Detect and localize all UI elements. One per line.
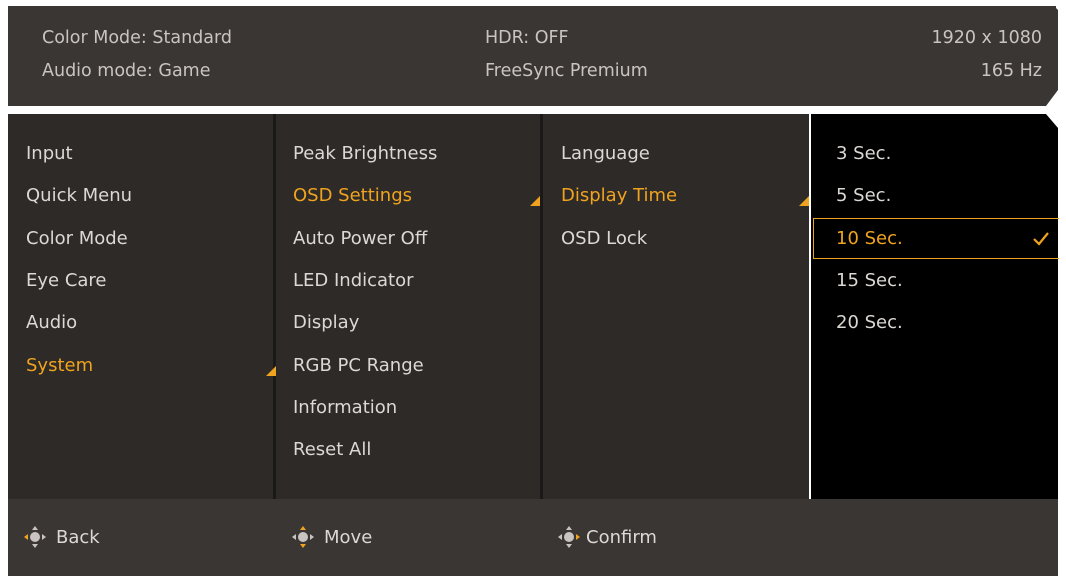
color-mode-status: Color Mode: Standard — [42, 28, 233, 48]
display-time-option[interactable]: 15 Sec. — [836, 270, 903, 291]
main-menu-item[interactable]: Input — [26, 143, 73, 164]
display-time-option[interactable]: 3 Sec. — [836, 143, 891, 164]
checkmark-icon — [1033, 232, 1049, 246]
main-menu-item[interactable]: Audio — [26, 312, 77, 333]
main-menu-item[interactable]: Quick Menu — [26, 185, 132, 206]
system-menu-item[interactable]: Peak Brightness — [293, 143, 437, 164]
freesync-status: FreeSync Premium — [485, 61, 648, 81]
move-label: Move — [324, 526, 373, 548]
system-menu-item[interactable]: OSD Settings — [293, 185, 412, 206]
refresh-rate-status: 165 Hz — [980, 61, 1042, 81]
system-menu-item[interactable]: Reset All — [293, 439, 371, 460]
back-label: Back — [56, 526, 100, 548]
selected-option-frame — [813, 218, 1059, 259]
joystick-icon — [292, 526, 314, 548]
osd-menu-item[interactable]: Display Time — [561, 185, 677, 206]
display-time-options-column — [811, 114, 1058, 499]
osd-menu-item[interactable]: Language — [561, 143, 650, 164]
system-menu-item[interactable]: Auto Power Off — [293, 228, 427, 249]
triangle-marker-icon — [530, 196, 540, 207]
system-menu-item[interactable]: Display — [293, 312, 359, 333]
system-menu-item[interactable]: RGB PC Range — [293, 355, 424, 376]
joystick-icon — [558, 526, 580, 548]
display-time-option[interactable]: 20 Sec. — [836, 312, 903, 333]
osd-settings-column — [543, 114, 809, 499]
confirm-hint[interactable]: Confirm — [556, 525, 657, 549]
system-menu-item[interactable]: LED Indicator — [293, 270, 414, 291]
main-menu-column — [8, 114, 273, 499]
audio-mode-status: Audio mode: Game — [42, 61, 211, 81]
main-menu-item[interactable]: Eye Care — [26, 270, 107, 291]
move-hint[interactable]: Move — [290, 525, 372, 549]
osd-menu-item[interactable]: OSD Lock — [561, 228, 647, 249]
confirm-label: Confirm — [586, 526, 657, 548]
hdr-status: HDR: OFF — [485, 28, 569, 48]
system-menu-item[interactable]: Information — [293, 397, 397, 418]
display-time-option[interactable]: 5 Sec. — [836, 185, 891, 206]
main-menu-item[interactable]: System — [26, 355, 93, 376]
status-header — [8, 6, 1058, 106]
footer-bar — [8, 499, 1058, 576]
triangle-marker-icon — [799, 196, 809, 207]
joystick-icon — [24, 526, 46, 548]
main-menu-item[interactable]: Color Mode — [26, 228, 128, 249]
resolution-status: 1920 x 1080 — [931, 28, 1042, 48]
triangle-marker-icon — [266, 365, 276, 376]
osd-menu: Color Mode: Standard Audio mode: Game HD… — [8, 6, 1059, 576]
back-hint[interactable]: Back — [22, 525, 100, 549]
